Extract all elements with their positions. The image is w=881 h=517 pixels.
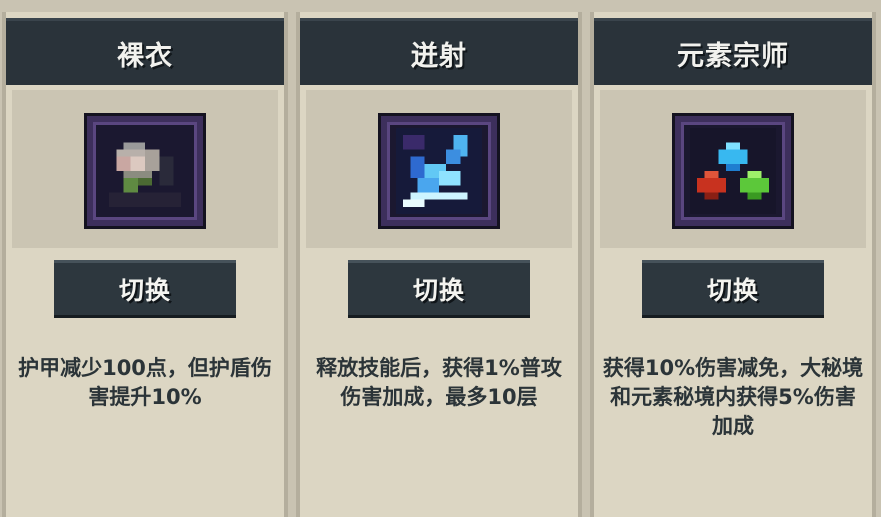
talent-card-burst: 迸射 切换 释放技能后，获得1%普攻伤害加成，最多10层	[296, 12, 582, 517]
card-header: 迸射	[300, 18, 578, 85]
card-description: 护甲减少100点，但护盾伤害提升10%	[18, 356, 272, 409]
talent-card-list: 裸衣 切换 护甲减少100点，但护盾伤害提升10% 迸射 切换 释放技能后，获得…	[0, 0, 881, 517]
card-description: 获得10%伤害减免，大秘境和元素秘境内获得5%伤害加成	[602, 356, 864, 438]
icon-panel	[306, 90, 572, 248]
talent-card-element-master: 元素宗师 切换 获得10%伤害减免，大秘境和元素秘境内获得5%伤害加成	[590, 12, 876, 517]
switch-button-label: 切换	[706, 276, 759, 305]
card-title: 迸射	[411, 40, 467, 72]
card-description: 释放技能后，获得1%普攻伤害加成，最多10层	[316, 356, 562, 409]
element-master-icon	[675, 116, 791, 226]
switch-button[interactable]: 切换	[54, 260, 236, 315]
switch-button-label: 切换	[118, 276, 171, 305]
icon-panel	[12, 90, 278, 248]
switch-button[interactable]: 切换	[642, 260, 824, 315]
burst-skill-icon	[381, 116, 497, 226]
switch-button-label: 切换	[412, 276, 465, 305]
card-header: 元素宗师	[594, 18, 872, 85]
card-title: 裸衣	[117, 40, 173, 72]
icon-panel	[600, 90, 866, 248]
talent-card-naked: 裸衣 切换 护甲减少100点，但护盾伤害提升10%	[2, 12, 288, 517]
switch-button[interactable]: 切换	[348, 260, 530, 315]
card-header: 裸衣	[6, 18, 284, 85]
card-title: 元素宗师	[677, 40, 789, 72]
naked-armor-icon	[87, 116, 203, 226]
